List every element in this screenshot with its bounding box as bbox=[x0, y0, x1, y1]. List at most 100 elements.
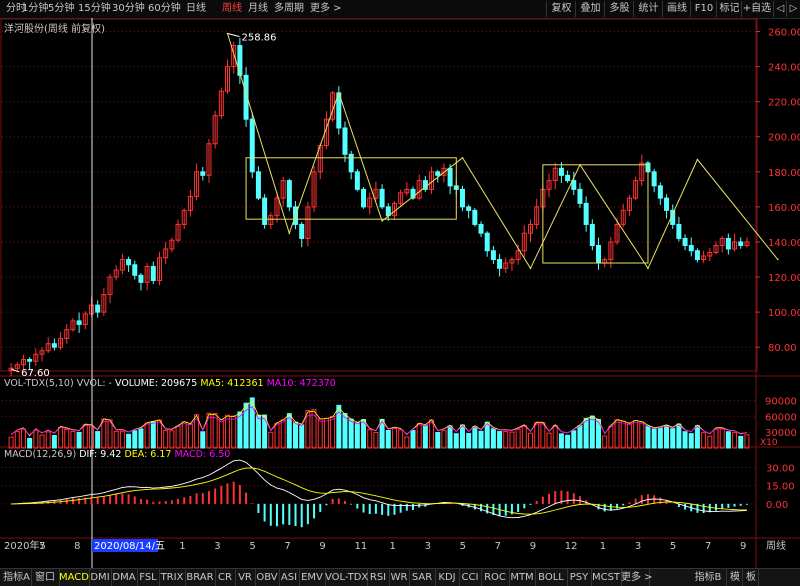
time-axis-label: 3 bbox=[425, 541, 431, 552]
candle-body bbox=[497, 259, 503, 269]
volume-bar bbox=[76, 431, 82, 449]
time-axis-right-label: 周线 bbox=[766, 539, 786, 552]
indicator-tab-10[interactable]: OBV bbox=[255, 569, 280, 586]
volume-bar bbox=[126, 433, 132, 449]
indicator-tab-18[interactable]: CCI bbox=[459, 569, 482, 586]
period-tab-3[interactable]: 15分钟 bbox=[78, 0, 111, 18]
volume-bar bbox=[571, 430, 577, 449]
toolbar-button-0[interactable]: 复权 bbox=[546, 1, 576, 17]
volume-bar bbox=[14, 431, 20, 449]
zigzag-point bbox=[579, 164, 581, 166]
volume-bar bbox=[614, 419, 620, 449]
indicator-tab-17[interactable]: KDJ bbox=[435, 569, 460, 586]
volume-bar bbox=[88, 425, 94, 449]
indicator-tab-13[interactable]: VOL-TDX bbox=[325, 569, 368, 586]
time-axis-label: 7 bbox=[495, 541, 501, 552]
volume-bar bbox=[58, 426, 64, 449]
indicator-tab-21[interactable]: BOLL bbox=[535, 569, 568, 586]
candle-body bbox=[361, 188, 367, 208]
toolbar-button-5[interactable]: F10 bbox=[690, 1, 717, 17]
period-tab-9[interactable]: 多周期 bbox=[274, 0, 304, 18]
period-tab-10[interactable]: 更多 > bbox=[310, 0, 342, 18]
volume-bar bbox=[268, 431, 274, 449]
volume-bar bbox=[657, 427, 663, 449]
volume-bar bbox=[410, 429, 416, 449]
volume-bar bbox=[503, 430, 509, 449]
candle-body bbox=[558, 167, 564, 176]
zigzag-point bbox=[777, 258, 779, 261]
time-axis-label: 5 bbox=[460, 541, 466, 552]
chart-area[interactable]: 260.00240.00220.00200.00180.00160.00140.… bbox=[0, 18, 800, 568]
period-tab-2[interactable]: 5分钟 bbox=[48, 0, 74, 18]
volume-bar bbox=[323, 417, 329, 449]
indicator-tab-3[interactable]: DMI bbox=[89, 569, 112, 586]
period-tab-6[interactable]: 日线 bbox=[186, 0, 206, 18]
volume-bar bbox=[688, 433, 694, 449]
period-toolbar: 分时 1分钟 5分钟 15分钟 30分钟 60分钟 日线 周线 月线 多周期 更多 > 复权 叠加 多股统… bbox=[0, 0, 800, 19]
period-tab-5[interactable]: 60分钟 bbox=[148, 0, 181, 18]
zigzag-point bbox=[338, 92, 340, 94]
volume-bar bbox=[181, 421, 187, 449]
indicator-tab-14[interactable]: RSI bbox=[367, 569, 390, 586]
bottom-right-button-2[interactable]: 板 bbox=[744, 569, 759, 586]
candle-body bbox=[682, 237, 688, 246]
indicator-tab-12[interactable]: EMV bbox=[299, 569, 326, 586]
candle-body bbox=[664, 197, 670, 211]
bottom-right-button-1[interactable]: 模 bbox=[728, 569, 743, 586]
volume-bar bbox=[200, 431, 206, 449]
period-tab-7[interactable]: 周线 bbox=[222, 0, 242, 18]
main-y-tick-label: 220.00 bbox=[768, 98, 800, 109]
period-tab-4[interactable]: 30分钟 bbox=[112, 0, 145, 18]
volume-bar bbox=[552, 425, 558, 449]
indicator-tab-15[interactable]: WR bbox=[389, 569, 410, 586]
toolbar-button-9[interactable]: ▷ bbox=[786, 1, 800, 17]
volume-bar bbox=[39, 434, 45, 449]
indicator-tab-23[interactable]: MCST bbox=[591, 569, 622, 586]
volume-bar bbox=[113, 430, 119, 449]
volume-bar bbox=[391, 428, 397, 449]
candle-body bbox=[435, 171, 441, 176]
bottom-right-button-0[interactable]: 指标B bbox=[690, 569, 727, 586]
indicator-tab-1[interactable]: 窗口 bbox=[31, 569, 60, 586]
toolbar-button-7[interactable]: +自选 bbox=[741, 1, 772, 17]
zigzag-point bbox=[529, 267, 532, 270]
candle-body bbox=[694, 250, 700, 261]
toolbar-button-4[interactable]: 画线 bbox=[662, 1, 691, 17]
volume-bar bbox=[589, 415, 595, 449]
volume-bar bbox=[540, 422, 546, 449]
indicator-tab-16[interactable]: SAR bbox=[409, 569, 436, 586]
volume-bar bbox=[534, 422, 540, 449]
zigzag-point bbox=[288, 232, 291, 234]
indicator-tab-20[interactable]: MTM bbox=[509, 569, 536, 586]
indicator-tab-4[interactable]: DMA bbox=[111, 569, 138, 586]
period-tab-1[interactable]: 1分钟 bbox=[22, 0, 48, 18]
indicator-tab-9[interactable]: VR bbox=[235, 569, 256, 586]
indicator-tab-8[interactable]: CR bbox=[215, 569, 236, 586]
macd-macd: MACD: 6.50 bbox=[174, 449, 231, 460]
indicator-tab-5[interactable]: FSL bbox=[137, 569, 160, 586]
indicator-tab-0[interactable]: 指标A bbox=[2, 569, 32, 586]
toolbar-button-6[interactable]: 标记 bbox=[716, 1, 742, 17]
toolbar-button-8[interactable]: ◁ bbox=[773, 1, 787, 17]
toolbar-button-2[interactable]: 多股 bbox=[604, 1, 634, 17]
indicator-tab-19[interactable]: ROC bbox=[481, 569, 510, 586]
vol-ma5: MA5: 412361 bbox=[200, 378, 264, 389]
indicator-tab-7[interactable]: BRAR bbox=[185, 569, 216, 586]
toolbar-button-3[interactable]: 统计 bbox=[633, 1, 663, 17]
main-y-tick-label: 80.00 bbox=[768, 343, 797, 354]
volume-bar bbox=[645, 425, 651, 449]
candle-body bbox=[200, 171, 206, 176]
volume-bar bbox=[138, 428, 144, 449]
period-tab-8[interactable]: 月线 bbox=[248, 0, 268, 18]
indicator-tab-2[interactable]: MACD bbox=[59, 569, 90, 586]
volume-bar bbox=[509, 431, 515, 449]
indicator-tab-6[interactable]: TRIX bbox=[159, 569, 186, 586]
indicator-tab-24[interactable]: 更多 > bbox=[621, 569, 653, 586]
indicator-tab-11[interactable]: ASI bbox=[279, 569, 300, 586]
macd-y-tick-label: 0.00 bbox=[766, 500, 788, 511]
macd-dea: DEA: 6.17 bbox=[124, 449, 172, 460]
volume-bar bbox=[732, 432, 738, 449]
toolbar-button-1[interactable]: 叠加 bbox=[575, 1, 605, 17]
indicator-tab-22[interactable]: PSY bbox=[567, 569, 592, 586]
macd-name: MACD(12,26,9) bbox=[4, 449, 77, 460]
